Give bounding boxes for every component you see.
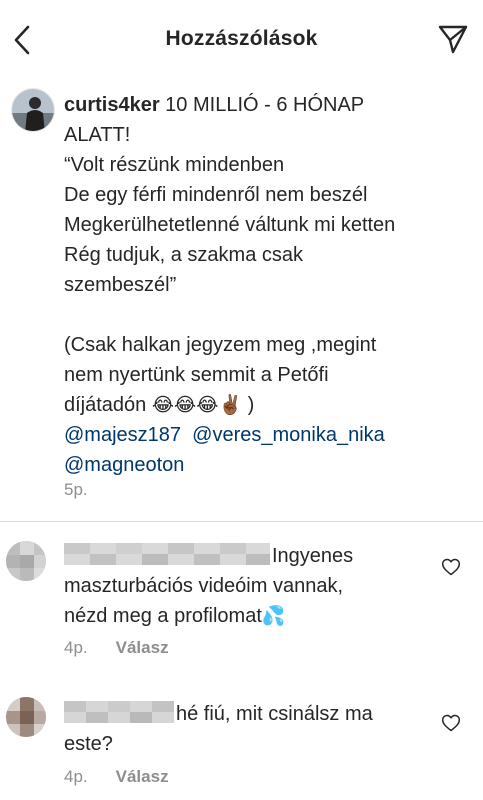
reply-button[interactable]: Válasz [116, 767, 169, 786]
caption-note-line: nem nyertünk semmit a Petőfi [64, 364, 329, 386]
comment-item: Ingyenes maszturbációs videóim vannak, n… [0, 535, 483, 665]
comment-text: hé fiú, mit csinálsz ma este? [64, 699, 434, 759]
caption-note-close: ) [242, 394, 255, 416]
header-bar: Hozzászólások [0, 0, 483, 80]
blurred-avatar [6, 697, 46, 737]
sweat-droplets-emoji-icon: 💦 [261, 605, 286, 627]
heart-outline-icon[interactable] [441, 713, 461, 733]
comment-meta: 4p. Válasz [64, 638, 169, 658]
caption-timestamp: 5p. [64, 480, 88, 499]
comment-text-line: nézd meg a profilomat [64, 605, 262, 627]
mention-link[interactable]: @majesz187 [64, 424, 181, 446]
mention-link[interactable]: @magneoton [64, 454, 184, 476]
divider [0, 521, 483, 522]
avatar-photo [12, 89, 54, 131]
mention-link[interactable]: @veres_monika_nika [192, 424, 385, 446]
caption-username[interactable]: curtis4ker [64, 94, 160, 116]
caption-note-line: (Csak halkan jegyzem meg ,megint [64, 334, 377, 356]
caption-line: De egy férfi mindenről nem beszél [64, 184, 368, 206]
comment-text-line: este? [64, 733, 113, 755]
caption-headline: 10 MILLIÓ - 6 HÓNAP [159, 94, 365, 116]
caption-mentions-line: @magneoton [64, 450, 474, 480]
blurred-username[interactable] [64, 701, 174, 723]
comment-text-line: maszturbációs videóim vannak, [64, 575, 344, 597]
laughing-crying-emoji-icon: 😂😂😂✌🏾 [151, 394, 243, 416]
caption-line: ALATT! [64, 124, 131, 146]
caption-first-line: curtis4ker 10 MILLIÓ - 6 HÓNAP [64, 90, 474, 120]
comment-meta: 4p. Válasz [64, 767, 169, 787]
caption-text: curtis4ker 10 MILLIÓ - 6 HÓNAP ALATT! “V… [64, 90, 474, 480]
comment-text: Ingyenes maszturbációs videóim vannak, n… [64, 541, 434, 631]
comment-item: hé fiú, mit csinálsz ma este? 4p. Válasz [0, 685, 483, 795]
comment-timestamp: 4p. [64, 767, 88, 786]
heart-outline-icon[interactable] [441, 557, 461, 577]
caption-mentions-line: @majesz187 @veres_monika_nika [64, 420, 474, 450]
paper-plane-icon [438, 25, 468, 54]
blurred-username[interactable] [64, 543, 270, 565]
reply-button[interactable]: Válasz [116, 638, 169, 657]
caption-note-text: díjátadón [64, 394, 152, 416]
caption-line: Megkerülhetetlenné váltunk mi ketten [64, 214, 396, 236]
blurred-avatar [6, 541, 46, 581]
avatar[interactable] [6, 697, 46, 737]
caption-line: Rég tudjuk, a szakma csak [64, 244, 303, 266]
share-button[interactable] [436, 22, 470, 56]
avatar[interactable] [6, 541, 46, 581]
caption-note-last-line: díjátadón 😂😂😂✌🏾 ) [64, 390, 474, 420]
comment-text-line: hé fiú, mit csinálsz ma [176, 703, 373, 725]
avatar[interactable] [11, 88, 55, 132]
caption-line: szembeszél” [64, 274, 177, 296]
page-title: Hozzászólások [165, 27, 318, 50]
comment-text-line: Ingyenes [272, 545, 354, 567]
caption-line: “Volt részünk mindenben [64, 154, 285, 176]
comment-timestamp: 4p. [64, 638, 88, 657]
